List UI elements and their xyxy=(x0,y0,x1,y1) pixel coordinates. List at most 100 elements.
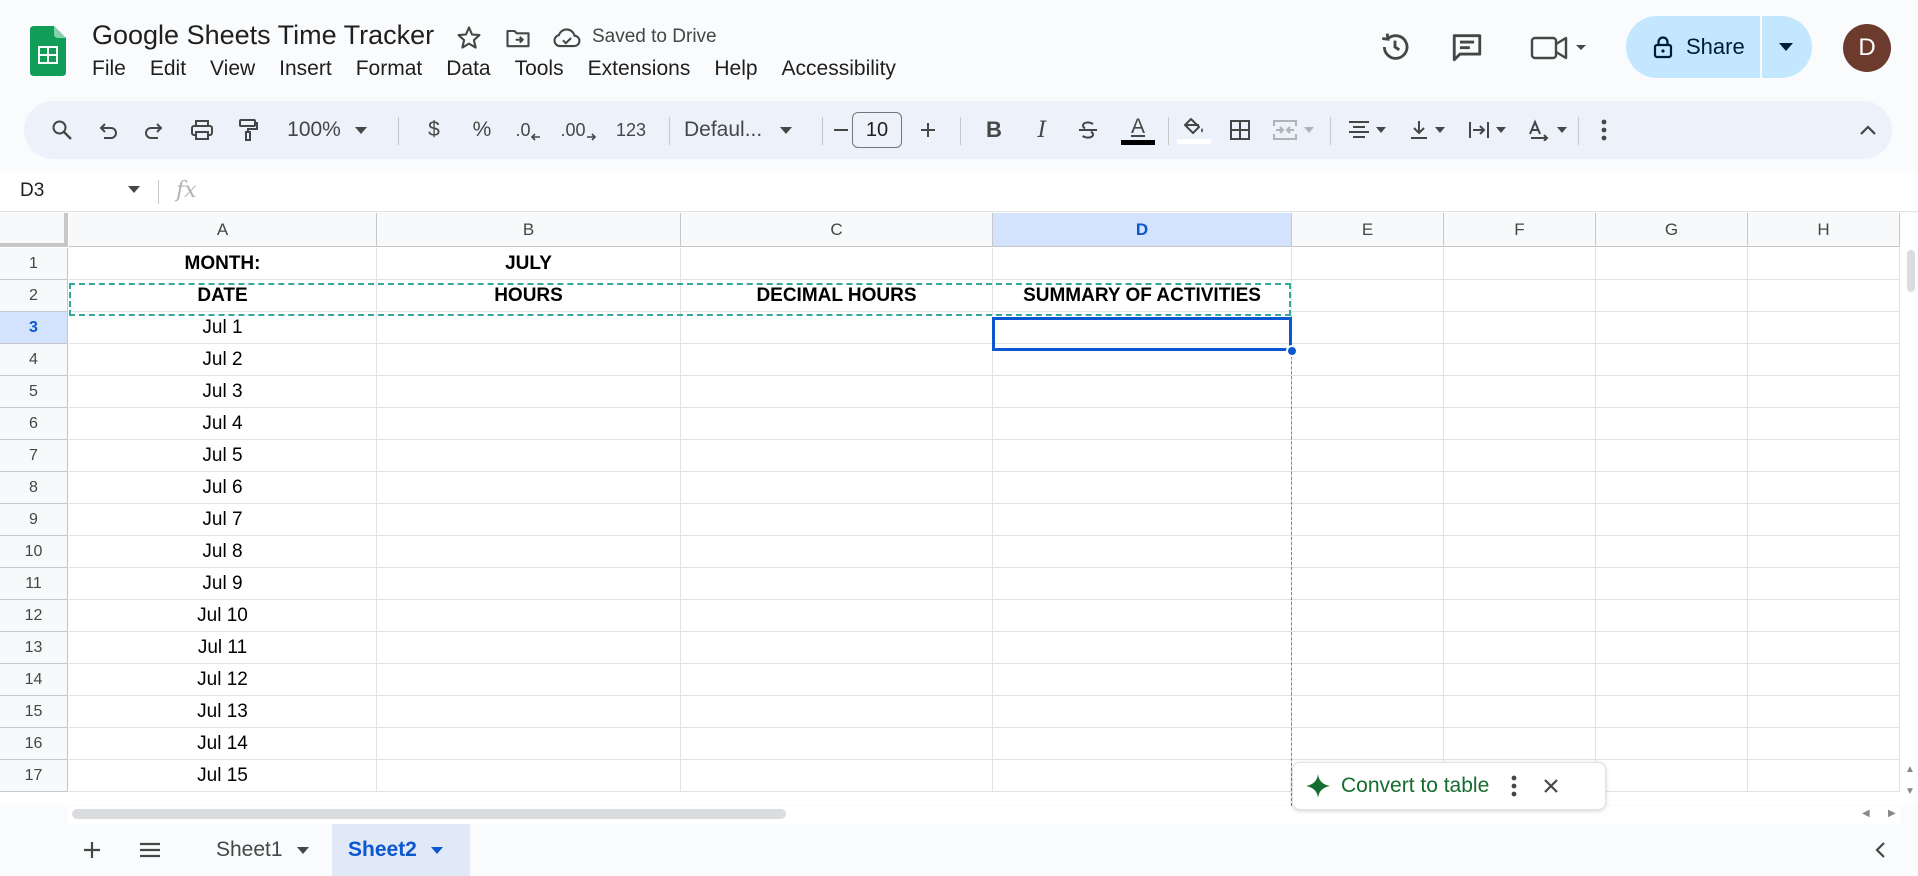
cell-b11[interactable] xyxy=(377,568,681,600)
cell-d15[interactable] xyxy=(993,696,1292,728)
cell-f14[interactable] xyxy=(1444,664,1596,696)
zoom-select[interactable]: 100% xyxy=(282,101,372,159)
cell-a11[interactable]: Jul 9 xyxy=(69,568,377,600)
account-avatar[interactable]: D xyxy=(1843,24,1891,72)
name-box[interactable]: D3 xyxy=(20,180,44,202)
cell-c12[interactable] xyxy=(681,600,993,632)
row-header-11[interactable]: 11 xyxy=(0,568,68,600)
cell-b12[interactable] xyxy=(377,600,681,632)
cell-a17[interactable]: Jul 15 xyxy=(69,760,377,792)
cell-b13[interactable] xyxy=(377,632,681,664)
font-size-input[interactable]: 10 xyxy=(852,112,902,148)
row-header-17[interactable]: 17 xyxy=(0,760,68,792)
cell-e14[interactable] xyxy=(1292,664,1444,696)
cell-f5[interactable] xyxy=(1444,376,1596,408)
cell-a4[interactable]: Jul 2 xyxy=(69,344,377,376)
cell-h12[interactable] xyxy=(1748,600,1900,632)
cell-c13[interactable] xyxy=(681,632,993,664)
cell-a10[interactable]: Jul 8 xyxy=(69,536,377,568)
cell-d6[interactable] xyxy=(993,408,1292,440)
text-color-button[interactable]: A xyxy=(1118,101,1158,159)
cell-h8[interactable] xyxy=(1748,472,1900,504)
row-header-1[interactable]: 1 xyxy=(0,248,68,280)
paint-format-button[interactable] xyxy=(230,101,266,159)
cell-d9[interactable] xyxy=(993,504,1292,536)
cell-c16[interactable] xyxy=(681,728,993,760)
sheet-tab-sheet2[interactable]: Sheet2 xyxy=(332,824,470,876)
menu-accessibility[interactable]: Accessibility xyxy=(782,57,906,81)
menu-extensions[interactable]: Extensions xyxy=(588,57,701,81)
horizontal-scroll-thumb[interactable] xyxy=(72,809,786,819)
star-icon[interactable] xyxy=(455,24,483,52)
cell-b6[interactable] xyxy=(377,408,681,440)
vertical-scroll-thumb[interactable] xyxy=(1907,250,1915,292)
vertical-scrollbar[interactable] xyxy=(1900,246,1918,804)
formula-input[interactable] xyxy=(220,180,1900,206)
cell-f6[interactable] xyxy=(1444,408,1596,440)
cell-h6[interactable] xyxy=(1748,408,1900,440)
cell-e9[interactable] xyxy=(1292,504,1444,536)
cell-h14[interactable] xyxy=(1748,664,1900,696)
cell-f11[interactable] xyxy=(1444,568,1596,600)
fill-handle[interactable] xyxy=(1286,345,1298,357)
spreadsheet-grid[interactable]: A B C D E F G H 1 MONTH: JULY 2 DATE HOURS DECIMAL HOU… xyxy=(0,213,1918,805)
menu-tools[interactable]: Tools xyxy=(515,57,574,81)
cell-d13[interactable] xyxy=(993,632,1292,664)
cell-h5[interactable] xyxy=(1748,376,1900,408)
cell-a8[interactable]: Jul 6 xyxy=(69,472,377,504)
cell-f12[interactable] xyxy=(1444,600,1596,632)
cell-d5[interactable] xyxy=(993,376,1292,408)
caret-down-icon[interactable] xyxy=(296,846,309,854)
column-header-c[interactable]: C xyxy=(681,213,993,247)
cell-b15[interactable] xyxy=(377,696,681,728)
meet-video-icon[interactable] xyxy=(1530,32,1592,64)
cell-h13[interactable] xyxy=(1748,632,1900,664)
cell-b9[interactable] xyxy=(377,504,681,536)
cell-c17[interactable] xyxy=(681,760,993,792)
cell-h9[interactable] xyxy=(1748,504,1900,536)
cell-e6[interactable] xyxy=(1292,408,1444,440)
cell-h2[interactable] xyxy=(1748,280,1900,312)
cell-c6[interactable] xyxy=(681,408,993,440)
cell-e7[interactable] xyxy=(1292,440,1444,472)
cell-e4[interactable] xyxy=(1292,344,1444,376)
row-header-2[interactable]: 2 xyxy=(0,280,68,312)
cell-e1[interactable] xyxy=(1292,248,1444,280)
cell-e10[interactable] xyxy=(1292,536,1444,568)
row-header-10[interactable]: 10 xyxy=(0,536,68,568)
cell-f2[interactable] xyxy=(1444,280,1596,312)
menu-format[interactable]: Format xyxy=(356,57,433,81)
row-header-6[interactable]: 6 xyxy=(0,408,68,440)
format-currency-button[interactable]: $ xyxy=(416,101,452,159)
cell-f10[interactable] xyxy=(1444,536,1596,568)
sheet-tab-sheet1[interactable]: Sheet1 xyxy=(200,824,325,876)
cell-h16[interactable] xyxy=(1748,728,1900,760)
horizontal-align-button[interactable] xyxy=(1340,101,1394,159)
close-icon[interactable] xyxy=(1543,778,1559,794)
cell-f1[interactable] xyxy=(1444,248,1596,280)
row-header-8[interactable]: 8 xyxy=(0,472,68,504)
cell-e3[interactable] xyxy=(1292,312,1444,344)
cell-h7[interactable] xyxy=(1748,440,1900,472)
cell-d14[interactable] xyxy=(993,664,1292,696)
menu-data[interactable]: Data xyxy=(446,57,500,81)
side-panel-toggle[interactable] xyxy=(1862,824,1898,876)
cell-c8[interactable] xyxy=(681,472,993,504)
move-to-folder-icon[interactable] xyxy=(504,24,532,52)
decrease-decimal-button[interactable]: .0 xyxy=(508,101,548,159)
cell-a2[interactable]: DATE xyxy=(69,280,377,312)
row-header-13[interactable]: 13 xyxy=(0,632,68,664)
column-header-d[interactable]: D xyxy=(993,213,1292,247)
cell-f13[interactable] xyxy=(1444,632,1596,664)
share-dropdown-button[interactable] xyxy=(1762,16,1810,78)
cloud-saved-icon[interactable] xyxy=(552,24,582,52)
cell-d11[interactable] xyxy=(993,568,1292,600)
italic-button[interactable]: I xyxy=(1024,101,1060,159)
row-header-14[interactable]: 14 xyxy=(0,664,68,696)
row-header-9[interactable]: 9 xyxy=(0,504,68,536)
cell-b17[interactable] xyxy=(377,760,681,792)
cell-a16[interactable]: Jul 14 xyxy=(69,728,377,760)
cell-a15[interactable]: Jul 13 xyxy=(69,696,377,728)
sheets-logo-icon[interactable] xyxy=(30,26,66,76)
cell-f7[interactable] xyxy=(1444,440,1596,472)
